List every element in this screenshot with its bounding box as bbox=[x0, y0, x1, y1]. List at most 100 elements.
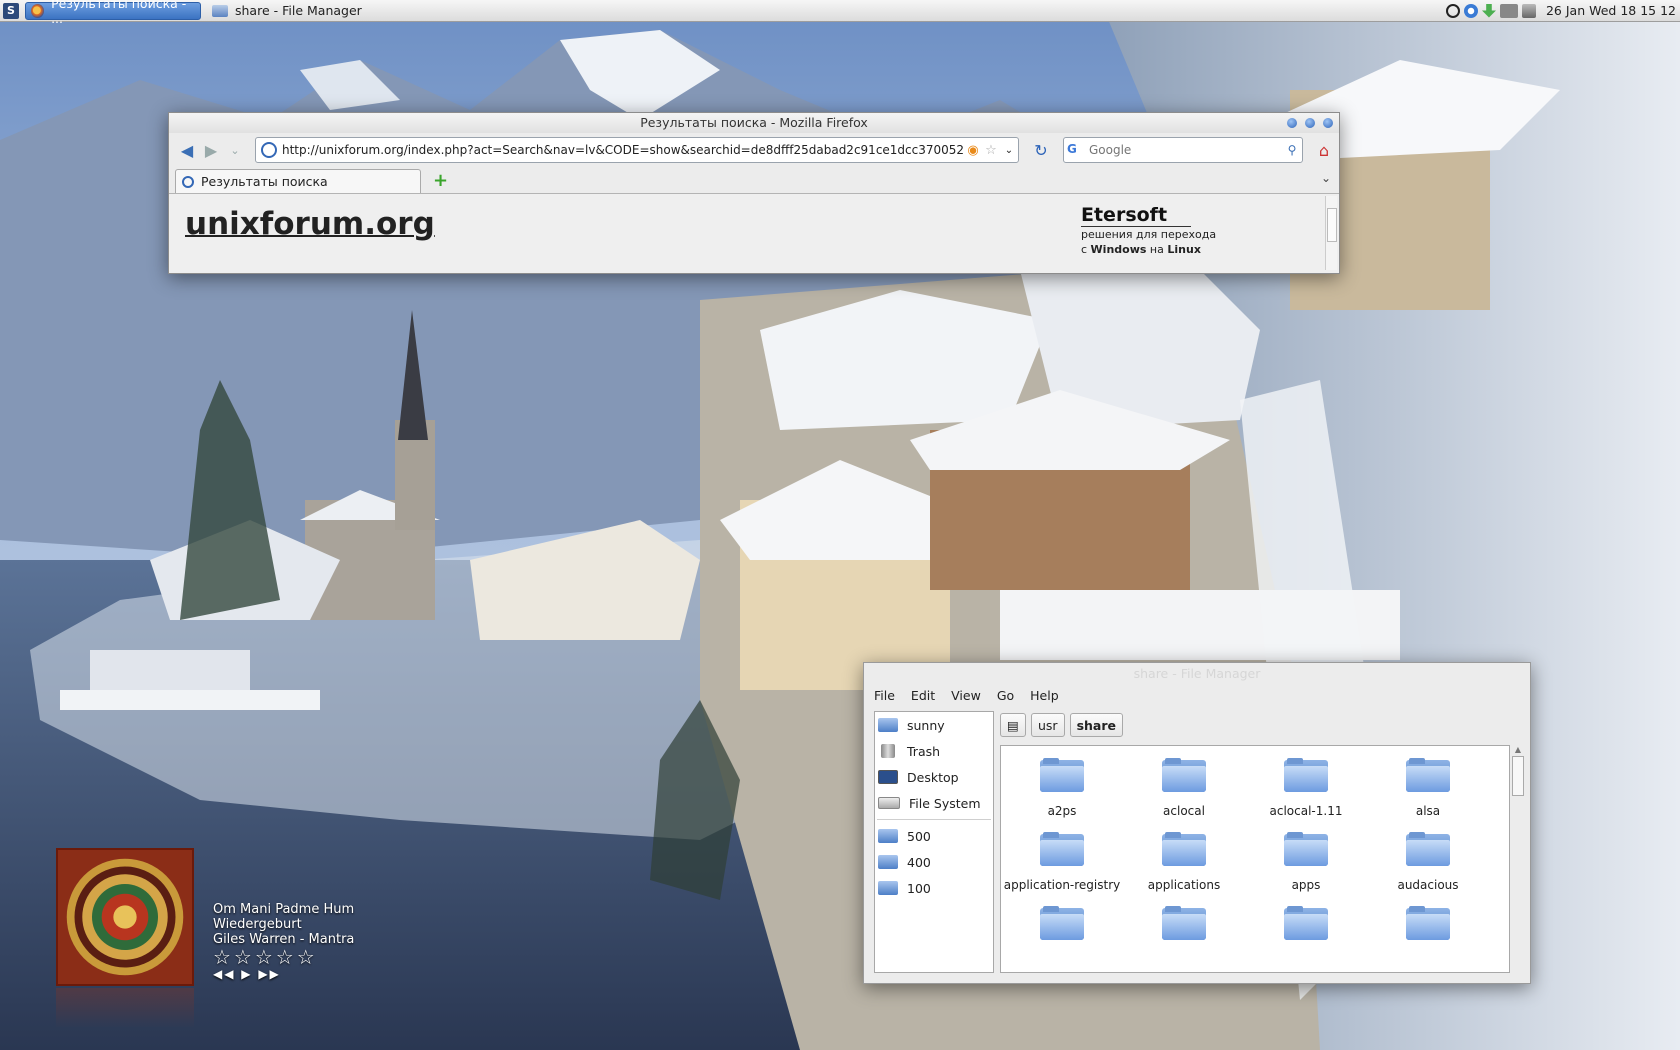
minimize-button[interactable] bbox=[1287, 118, 1297, 128]
folder-item[interactable] bbox=[1367, 906, 1489, 952]
download-arrow-icon[interactable] bbox=[1481, 3, 1496, 18]
new-tab-plus-icon[interactable]: + bbox=[433, 170, 448, 191]
rating-stars[interactable]: ☆☆☆☆☆ bbox=[213, 947, 354, 967]
search-engine-icon[interactable]: G bbox=[1067, 142, 1087, 158]
folder-item[interactable]: alsa bbox=[1367, 758, 1489, 818]
scrollbar-thumb[interactable] bbox=[1327, 208, 1337, 242]
menu-view[interactable]: View bbox=[951, 688, 981, 703]
tab-list-chevron-icon[interactable]: ⌄ bbox=[1321, 171, 1331, 185]
bookmark-star-icon[interactable]: ☆ bbox=[982, 143, 1000, 158]
window-titlebar[interactable]: Результаты поиска - Mozilla Firefox bbox=[169, 113, 1339, 133]
playback-controls[interactable]: ◀◀ ▶ ▶▶ bbox=[213, 967, 354, 982]
folder-item[interactable]: aclocal-1.11 bbox=[1245, 758, 1367, 818]
location-toggle-icon[interactable]: ▤ bbox=[1000, 713, 1026, 737]
folder-item[interactable]: audacious bbox=[1367, 832, 1489, 892]
taskbar-item-file-manager[interactable]: share - File Manager bbox=[207, 2, 370, 20]
folder-item[interactable]: aclocal bbox=[1123, 758, 1245, 818]
search-icon[interactable]: ⚲ bbox=[1282, 143, 1302, 157]
reload-button[interactable]: ↻ bbox=[1029, 141, 1053, 160]
folder-icon bbox=[1162, 906, 1206, 940]
history-dropdown-button[interactable]: ⌄ bbox=[225, 144, 245, 157]
window-title: Результаты поиска - Mozilla Firefox bbox=[640, 115, 868, 130]
folder-name: applications bbox=[1147, 878, 1221, 892]
folder-item[interactable] bbox=[1123, 906, 1245, 952]
trash-icon bbox=[881, 744, 895, 758]
close-button[interactable] bbox=[1323, 118, 1333, 128]
file-manager-window: share - File Manager File Edit View Go H… bbox=[863, 662, 1531, 984]
folder-icon bbox=[1406, 832, 1450, 866]
desktop-icon bbox=[878, 770, 898, 784]
network-icon[interactable] bbox=[1521, 3, 1536, 18]
search-bar[interactable]: G ⚲ bbox=[1063, 137, 1303, 163]
music-player-widget: Om Mani Padme Hum Wiedergeburt Giles War… bbox=[56, 848, 386, 1028]
url-bar[interactable]: http://unixforum.org/index.php?act=Searc… bbox=[255, 137, 1019, 163]
start-menu-button[interactable]: S bbox=[3, 2, 19, 19]
menu-edit[interactable]: Edit bbox=[911, 688, 935, 703]
folder-item[interactable] bbox=[1245, 906, 1367, 952]
taskbar-item-firefox[interactable]: Результаты поиска - ... bbox=[25, 0, 201, 26]
scroll-up-arrow-icon[interactable]: ▲ bbox=[1512, 745, 1524, 754]
file-view: a2ps aclocal aclocal-1.11 alsa applicati… bbox=[1000, 745, 1510, 973]
folder-item[interactable]: apps bbox=[1245, 832, 1367, 892]
folder-icon bbox=[1162, 832, 1206, 866]
sidebar-item-desktop[interactable]: Desktop bbox=[875, 764, 993, 790]
maximize-button[interactable] bbox=[1305, 118, 1315, 128]
sidebar-item-label: 500 bbox=[907, 828, 931, 844]
clock-sync-icon[interactable] bbox=[1463, 3, 1478, 18]
sidebar-item-label: Desktop bbox=[907, 769, 959, 785]
sidebar-item-label: Trash bbox=[907, 743, 941, 759]
etersoft-banner[interactable]: Etersoft решения для перехода с Windows … bbox=[1081, 204, 1216, 257]
clock[interactable]: 26 Jan Wed 18 15 12 bbox=[1546, 3, 1676, 18]
folder-item[interactable]: applications bbox=[1123, 832, 1245, 892]
banner-text-bold: Windows bbox=[1090, 243, 1147, 256]
rss-feed-icon[interactable]: ◉ bbox=[964, 143, 982, 158]
places-sidebar: sunny Trash Desktop File System 500 400 … bbox=[874, 711, 994, 973]
sidebar-item-100[interactable]: 100 bbox=[875, 875, 993, 901]
menu-go[interactable]: Go bbox=[997, 688, 1014, 703]
keyboard-layout-icon[interactable] bbox=[1499, 3, 1518, 18]
circle-a-icon[interactable] bbox=[1445, 3, 1460, 18]
menu-file[interactable]: File bbox=[874, 688, 895, 703]
firefox-window: Результаты поиска - Mozilla Firefox ◀ ▶ … bbox=[168, 112, 1340, 274]
tab-search-results[interactable]: Результаты поиска bbox=[175, 169, 421, 193]
banner-text-bold: Linux bbox=[1167, 243, 1201, 256]
album-art[interactable] bbox=[56, 848, 194, 986]
folder-name: apps bbox=[1291, 878, 1321, 892]
path-crumb-share[interactable]: share bbox=[1069, 713, 1123, 737]
window-controls bbox=[1287, 118, 1333, 128]
folder-icon bbox=[1040, 906, 1084, 940]
banner-title: Etersoft bbox=[1081, 204, 1192, 227]
folder-item[interactable]: application-registry bbox=[1001, 832, 1123, 892]
file-manager-body: sunny Trash Desktop File System 500 400 … bbox=[874, 711, 1524, 973]
sidebar-item-400[interactable]: 400 bbox=[875, 849, 993, 875]
folder-item[interactable] bbox=[1001, 906, 1123, 952]
path-crumb-usr[interactable]: usr bbox=[1031, 713, 1065, 737]
search-input[interactable] bbox=[1087, 142, 1282, 158]
file-view-scrollbar[interactable]: ▲ bbox=[1512, 745, 1524, 971]
menu-help[interactable]: Help bbox=[1030, 688, 1059, 703]
folder-icon bbox=[1406, 906, 1450, 940]
site-identity-icon[interactable] bbox=[261, 142, 277, 158]
sidebar-item-500[interactable]: 500 bbox=[875, 823, 993, 849]
back-button[interactable]: ◀ bbox=[177, 141, 197, 160]
window-title[interactable]: share - File Manager bbox=[864, 663, 1530, 685]
folder-icon bbox=[1284, 906, 1328, 940]
scrollbar-thumb[interactable] bbox=[1512, 756, 1524, 796]
site-logo-link[interactable]: unixforum.org bbox=[185, 206, 435, 242]
home-icon[interactable]: ⌂ bbox=[1313, 141, 1335, 160]
folder-icon bbox=[1406, 758, 1450, 792]
url-dropdown-icon[interactable]: ⌄ bbox=[1000, 145, 1018, 156]
forward-button[interactable]: ▶ bbox=[201, 141, 221, 160]
sidebar-item-trash[interactable]: Trash bbox=[875, 738, 993, 764]
sidebar-item-sunny[interactable]: sunny bbox=[875, 712, 993, 738]
url-text[interactable]: http://unixforum.org/index.php?act=Searc… bbox=[282, 143, 964, 157]
page-content: unixforum.org Etersoft решения для перех… bbox=[169, 193, 1339, 273]
banner-line-1: решения для перехода bbox=[1081, 228, 1217, 241]
sidebar-item-file-system[interactable]: File System bbox=[875, 790, 993, 816]
folder-icon bbox=[1284, 758, 1328, 792]
page-scrollbar[interactable] bbox=[1325, 196, 1337, 270]
folder-item[interactable]: a2ps bbox=[1001, 758, 1123, 818]
folder-icon bbox=[1040, 758, 1084, 792]
sidebar-item-label: File System bbox=[909, 795, 981, 811]
system-tray: 26 Jan Wed 18 15 12 bbox=[1445, 3, 1680, 18]
